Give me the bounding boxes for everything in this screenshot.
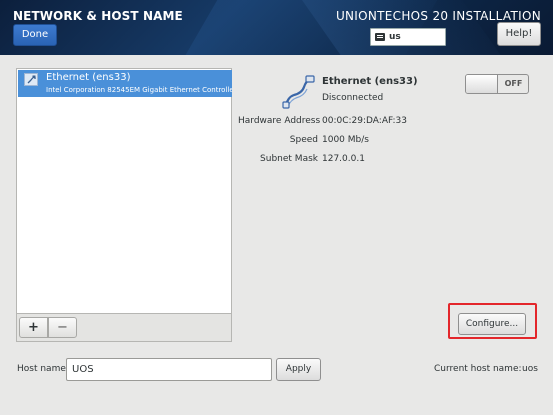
toggle-knob bbox=[466, 75, 498, 93]
keyboard-layout-indicator[interactable]: us bbox=[370, 28, 446, 46]
hardware-address-value: 00:0C:29:DA:AF:33 bbox=[322, 116, 407, 126]
ethernet-cable-icon bbox=[282, 75, 315, 109]
host-name-label: Host name: bbox=[17, 364, 69, 374]
subnet-mask-label: Subnet Mask bbox=[260, 154, 318, 164]
device-list-item-name: Ethernet (ens33) bbox=[46, 72, 131, 83]
help-button[interactable]: Help! bbox=[497, 22, 541, 46]
ethernet-device-icon bbox=[24, 73, 38, 86]
done-button[interactable]: Done bbox=[13, 24, 57, 46]
device-power-toggle[interactable]: OFF bbox=[465, 74, 529, 94]
hardware-address-label: Hardware Address bbox=[238, 116, 321, 126]
keyboard-icon bbox=[375, 33, 385, 41]
subnet-mask-value: 127.0.0.1 bbox=[322, 154, 365, 164]
connection-status: Disconnected bbox=[322, 93, 384, 103]
host-name-input[interactable] bbox=[66, 358, 272, 381]
toggle-state-label: OFF bbox=[504, 79, 523, 88]
speed-label: Speed bbox=[289, 135, 318, 145]
configure-button[interactable]: Configure... bbox=[458, 313, 526, 335]
current-host-name-value: uos bbox=[522, 364, 538, 374]
speed-value: 1000 Mb/s bbox=[322, 135, 369, 145]
add-device-button[interactable]: + bbox=[19, 317, 48, 338]
device-list-item-description: Intel Corporation 82545EM Gigabit Ethern… bbox=[46, 86, 232, 94]
remove-device-button[interactable]: − bbox=[48, 317, 77, 338]
device-list-toolbar: + − bbox=[16, 314, 232, 342]
device-list-item-ens33[interactable]: Ethernet (ens33) Intel Corporation 82545… bbox=[18, 70, 232, 97]
keyboard-layout-label: us bbox=[389, 32, 401, 42]
current-host-name-label: Current host name: bbox=[434, 364, 522, 374]
apply-button[interactable]: Apply bbox=[276, 358, 321, 381]
network-device-list[interactable]: Ethernet (ens33) Intel Corporation 82545… bbox=[16, 68, 232, 314]
page-title: NETWORK & HOST NAME bbox=[13, 9, 183, 23]
installation-title: UNIONTECHOS 20 INSTALLATION bbox=[335, 9, 541, 23]
device-title: Ethernet (ens33) bbox=[322, 76, 418, 87]
